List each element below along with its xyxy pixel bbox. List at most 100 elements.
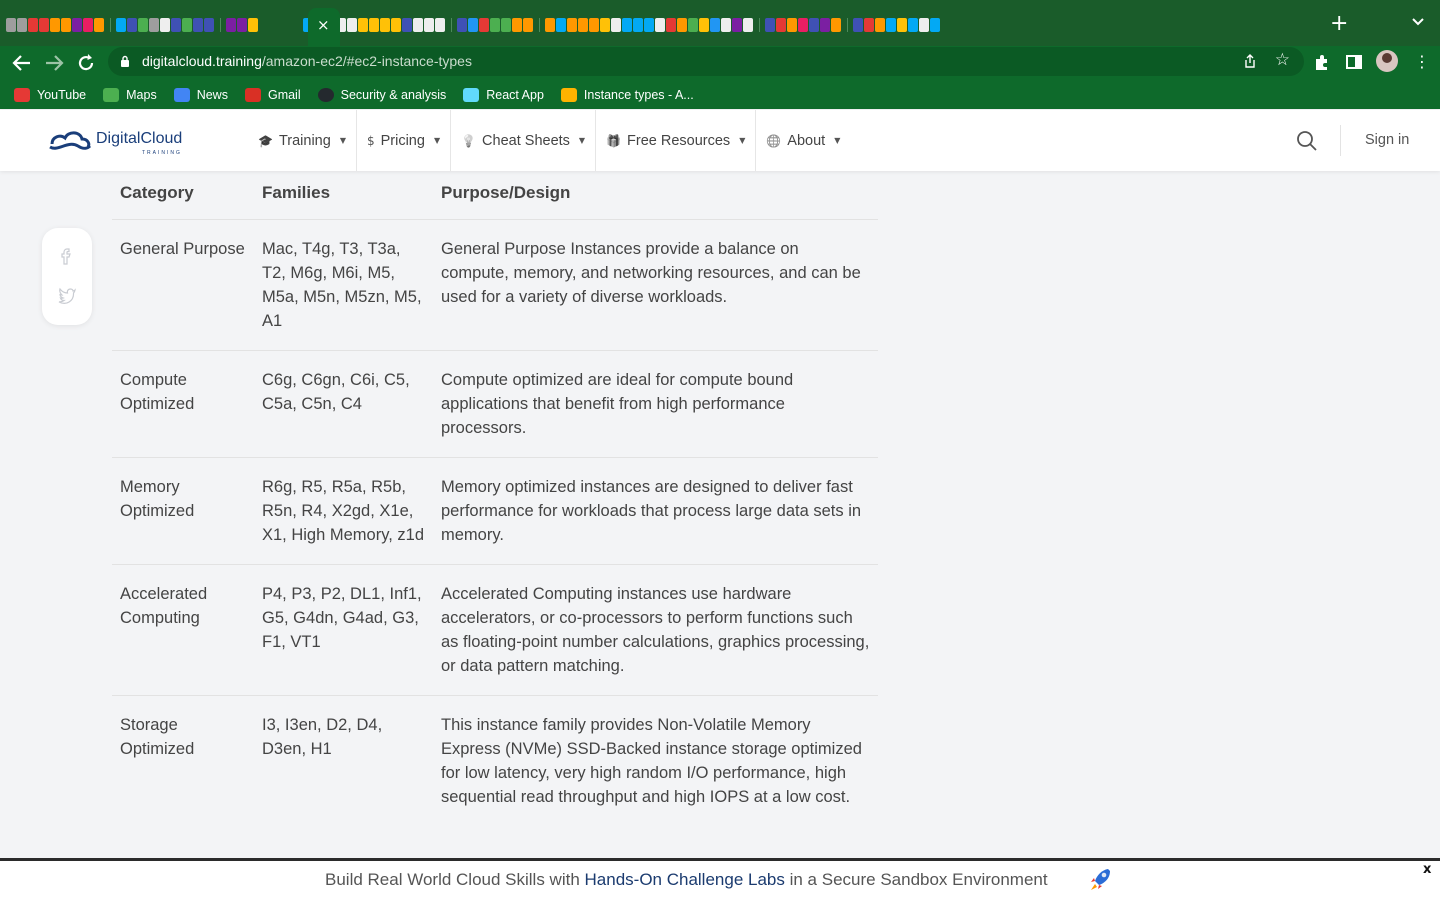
- site-logo[interactable]: DigitalCloud TRAINING: [48, 128, 182, 156]
- tab-favicon[interactable]: [886, 18, 896, 32]
- nav-item-free-resources[interactable]: 🎁 Free Resources ▼: [596, 110, 757, 171]
- caret-down-icon[interactable]: ▼: [579, 136, 585, 145]
- tab-favicon[interactable]: [743, 18, 753, 32]
- tab-favicon[interactable]: [39, 18, 49, 32]
- tab-favicon[interactable]: [776, 18, 786, 32]
- tab-favicon[interactable]: [820, 18, 830, 32]
- tab-favicon[interactable]: [523, 18, 533, 32]
- tab-favicons[interactable]: [6, 16, 941, 34]
- bookmark-item[interactable]: News: [173, 88, 228, 102]
- tab-favicon[interactable]: [17, 18, 27, 32]
- tab-favicon[interactable]: [413, 18, 423, 32]
- sign-in-link[interactable]: Sign in: [1365, 132, 1409, 148]
- tab-favicon[interactable]: [369, 18, 379, 32]
- extensions-puzzle-icon[interactable]: [1312, 52, 1332, 72]
- tab-favicon[interactable]: [138, 18, 148, 32]
- tab-favicon[interactable]: [468, 18, 478, 32]
- tab-favicon[interactable]: [116, 18, 126, 32]
- caret-down-icon[interactable]: ▼: [340, 136, 346, 145]
- tab-favicon[interactable]: [83, 18, 93, 32]
- profile-avatar[interactable]: [1376, 50, 1398, 72]
- tab-favicon[interactable]: [50, 18, 60, 32]
- bookmark-item[interactable]: Maps: [103, 88, 157, 102]
- bookmark-star-icon[interactable]: ☆: [1275, 50, 1290, 70]
- tab-favicon[interactable]: [600, 18, 610, 32]
- tab-favicon[interactable]: [545, 18, 555, 32]
- bookmark-item[interactable]: Gmail: [244, 88, 301, 102]
- bookmark-item[interactable]: Instance types - A...: [560, 88, 694, 102]
- tab-favicon[interactable]: [710, 18, 720, 32]
- tab-favicon[interactable]: [644, 18, 654, 32]
- tab-favicon[interactable]: [721, 18, 731, 32]
- tab-favicon[interactable]: [589, 18, 599, 32]
- search-icon[interactable]: [1296, 130, 1318, 152]
- tab-favicon[interactable]: [358, 18, 368, 32]
- tab-favicon[interactable]: [567, 18, 577, 32]
- tab-favicon[interactable]: [578, 18, 588, 32]
- tab-favicon[interactable]: [61, 18, 71, 32]
- tab-favicon[interactable]: [94, 18, 104, 32]
- close-tab-icon[interactable]: ×: [317, 16, 330, 34]
- tab-favicon[interactable]: [6, 18, 16, 32]
- lock-icon[interactable]: [120, 55, 130, 67]
- url-text[interactable]: digitalcloud.training/amazon-ec2/#ec2-in…: [142, 53, 472, 69]
- tab-favicon[interactable]: [347, 18, 357, 32]
- tab-favicon[interactable]: [248, 18, 258, 32]
- tab-favicon[interactable]: [864, 18, 874, 32]
- tab-favicon[interactable]: [435, 18, 445, 32]
- tab-favicon[interactable]: [182, 18, 192, 32]
- tab-favicon[interactable]: [160, 18, 170, 32]
- tab-favicon[interactable]: [402, 18, 412, 32]
- tab-favicon[interactable]: [787, 18, 797, 32]
- tab-favicon[interactable]: [611, 18, 621, 32]
- tab-favicon[interactable]: [28, 18, 38, 32]
- nav-item-pricing[interactable]: $ Pricing ▼: [357, 110, 452, 171]
- twitter-icon[interactable]: [57, 285, 77, 305]
- active-tab[interactable]: ×: [308, 8, 340, 46]
- tab-favicon[interactable]: [633, 18, 643, 32]
- tab-favicon[interactable]: [798, 18, 808, 32]
- tab-favicon[interactable]: [171, 18, 181, 32]
- bookmark-item[interactable]: YouTube: [14, 88, 86, 102]
- nav-item-training[interactable]: 🎓 Training ▼: [248, 110, 357, 171]
- challenge-labs-link[interactable]: Hands-On Challenge Labs: [585, 870, 785, 889]
- tab-favicon[interactable]: [699, 18, 709, 32]
- reload-icon[interactable]: [74, 51, 98, 75]
- new-tab-button[interactable]: +: [1330, 11, 1348, 36]
- tab-favicon[interactable]: [930, 18, 940, 32]
- bookmark-item[interactable]: Security & analysis: [317, 88, 446, 102]
- facebook-icon[interactable]: [57, 246, 77, 266]
- caret-down-icon[interactable]: ▼: [739, 136, 745, 145]
- tab-favicon[interactable]: [512, 18, 522, 32]
- tab-favicon[interactable]: [204, 18, 214, 32]
- tab-favicon[interactable]: [677, 18, 687, 32]
- tab-favicon[interactable]: [479, 18, 489, 32]
- tab-favicon[interactable]: [490, 18, 500, 32]
- tab-favicon[interactable]: [666, 18, 676, 32]
- tab-favicon[interactable]: [127, 18, 137, 32]
- bookmark-item[interactable]: React App: [463, 88, 544, 102]
- tab-favicon[interactable]: [391, 18, 401, 32]
- tab-search-chevron-icon[interactable]: [1410, 14, 1426, 30]
- browser-menu-icon[interactable]: ⋮: [1414, 52, 1430, 72]
- tab-favicon[interactable]: [380, 18, 390, 32]
- caret-down-icon[interactable]: ▼: [434, 136, 440, 145]
- tab-favicon[interactable]: [875, 18, 885, 32]
- caret-down-icon[interactable]: ▼: [834, 136, 840, 145]
- tab-favicon[interactable]: [149, 18, 159, 32]
- tab-favicon[interactable]: [897, 18, 907, 32]
- tab-favicon[interactable]: [72, 18, 82, 32]
- tab-favicon[interactable]: [226, 18, 236, 32]
- tab-favicon[interactable]: [622, 18, 632, 32]
- tab-favicon[interactable]: [424, 18, 434, 32]
- tab-favicon[interactable]: [501, 18, 511, 32]
- promo-close-button[interactable]: x: [1423, 862, 1431, 877]
- tab-favicon[interactable]: [919, 18, 929, 32]
- tab-favicon[interactable]: [457, 18, 467, 32]
- tab-favicon[interactable]: [809, 18, 819, 32]
- tab-favicon[interactable]: [193, 18, 203, 32]
- share-icon[interactable]: [1242, 53, 1258, 69]
- nav-item-cheat-sheets[interactable]: 💡 Cheat Sheets ▼: [451, 110, 597, 171]
- tab-favicon[interactable]: [655, 18, 665, 32]
- back-arrow-icon[interactable]: [10, 51, 34, 75]
